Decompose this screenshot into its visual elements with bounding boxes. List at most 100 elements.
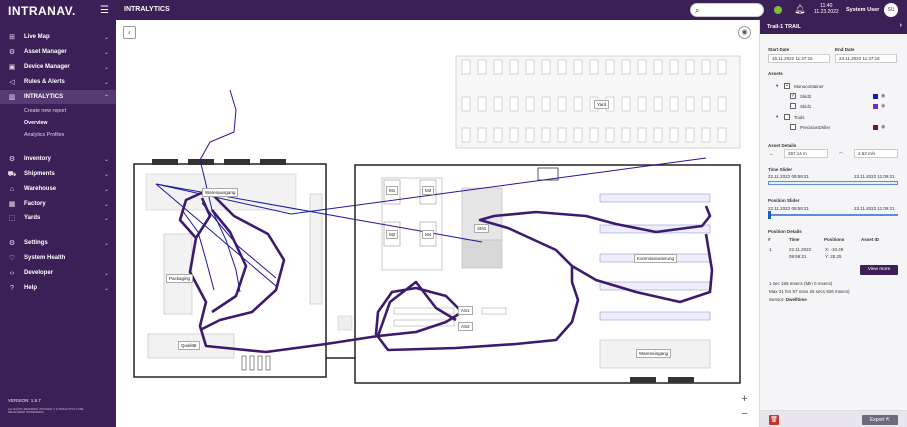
time-slider-start: 22.11.2022 09:59:21 bbox=[768, 174, 809, 179]
group-checkbox[interactable]: ▪ bbox=[784, 83, 790, 89]
sidebar: INTRANAV. ☰ ⊞ Live Map ⌄ ⚙ Asset Manager ⌄ ▣… bbox=[0, 0, 116, 427]
sidebar-item-system-health[interactable]: ♡ System Health bbox=[0, 251, 116, 265]
zone-label-yard[interactable]: Yard bbox=[594, 100, 610, 109]
trash-icon: 🗑︎ bbox=[770, 417, 778, 423]
chevron-down-icon: ⌄ bbox=[103, 171, 109, 178]
assets-label: Assets bbox=[768, 71, 783, 76]
color-swatch[interactable] bbox=[873, 104, 878, 109]
sensor-label: Sensor: bbox=[769, 297, 785, 302]
chart-icon: ▥ bbox=[8, 94, 16, 101]
code-icon: ‹› bbox=[9, 269, 15, 277]
time-slider[interactable] bbox=[768, 181, 898, 185]
zone-label-warenausgang[interactable]: Warenausgang bbox=[202, 188, 239, 197]
user-name[interactable]: System User bbox=[846, 7, 879, 13]
export-label: Export bbox=[869, 417, 885, 423]
sidebar-item-label: Warehouse bbox=[24, 186, 57, 192]
zone-label-as1[interactable]: AS1 bbox=[458, 306, 473, 315]
sidebar-item-factory[interactable]: ▦ Factory ⌄ bbox=[0, 197, 116, 211]
export-button[interactable]: Export ⇱ bbox=[862, 415, 898, 425]
eye-icon[interactable]: ◉ bbox=[881, 124, 885, 130]
zone-label-m2[interactable]: M2 bbox=[386, 230, 399, 239]
chevron-down-icon: ⌄ bbox=[103, 64, 109, 71]
zone-label-packaging[interactable]: Packaging bbox=[166, 274, 194, 283]
zoom-out-button[interactable]: − bbox=[738, 409, 751, 422]
sidebar-item-rules-alerts[interactable]: ◁ Rules & Alerts ⌄ bbox=[0, 75, 116, 89]
top-bar: INTRALYTICS ⌕ 🔔︎ 11:40 11.23.2022 System … bbox=[116, 0, 907, 20]
asset-details-label: Asset Details bbox=[768, 143, 797, 148]
sidebar-item-developer[interactable]: ‹› Developer ⌄ bbox=[0, 266, 116, 280]
bell-icon[interactable]: 🔔︎ bbox=[794, 4, 805, 15]
eye-icon[interactable]: ◉ bbox=[881, 103, 885, 109]
asset-checkbox[interactable] bbox=[790, 103, 796, 109]
position-slider-label: Position Slider bbox=[768, 198, 800, 203]
zone-label-m4[interactable]: M4 bbox=[422, 230, 435, 239]
zone-label-m3[interactable]: M3 bbox=[422, 186, 435, 195]
sidebar-item-settings[interactable]: ⚙ Settings ⌄ bbox=[0, 236, 116, 250]
group-checkbox[interactable] bbox=[784, 114, 790, 120]
sensor-value: Dwelltime bbox=[785, 297, 807, 302]
chevron-down-icon: ⌄ bbox=[103, 49, 109, 56]
clock-date: 11.23.2022 bbox=[814, 9, 839, 15]
search-input[interactable]: ⌕ bbox=[690, 3, 764, 17]
caret-down-icon[interactable]: ▾ bbox=[776, 114, 778, 120]
heart-icon: ♡ bbox=[8, 255, 16, 262]
speed-field: 2.53 m/s bbox=[854, 149, 898, 158]
avatar[interactable]: SU bbox=[884, 3, 898, 17]
chevron-right-icon[interactable]: › bbox=[900, 22, 902, 29]
color-swatch[interactable] bbox=[873, 94, 878, 99]
asset-label: Skid1 bbox=[800, 104, 812, 109]
sidebar-item-warehouse[interactable]: ⌂ Warehouse ⌄ bbox=[0, 182, 116, 196]
subnav-overview[interactable]: Overview bbox=[24, 120, 48, 126]
zone-label-m1[interactable]: M1 bbox=[386, 186, 399, 195]
start-date-field[interactable]: 16.11.2022 11:37:16 bbox=[768, 54, 830, 63]
subnav-create-report[interactable]: Create new report bbox=[24, 108, 66, 114]
asset-label: Skid2 bbox=[800, 94, 812, 99]
sidebar-item-asset-manager[interactable]: ⚙ Asset Manager ⌄ bbox=[0, 45, 116, 59]
factory-icon: ▦ bbox=[8, 201, 16, 208]
delete-button[interactable]: 🗑︎ bbox=[769, 415, 779, 425]
zone-label-qualitaet[interactable]: Qualität bbox=[178, 341, 200, 350]
panel-footer: 🗑︎ Export ⇱ bbox=[760, 410, 907, 427]
zoom-in-button[interactable]: + bbox=[738, 394, 751, 407]
color-swatch[interactable] bbox=[873, 125, 878, 130]
sidebar-item-label: Yards bbox=[24, 215, 41, 221]
sensor-line: Sensor: Dwelltime bbox=[769, 297, 807, 302]
distance-field: 297.14 m bbox=[784, 149, 828, 158]
sidebar-item-label: Help bbox=[24, 285, 38, 291]
sidebar-item-label: System Health bbox=[24, 255, 66, 261]
logo: INTRANAV. bbox=[8, 4, 76, 18]
sidebar-item-shipments[interactable]: ⛟ Shipments ⌄ bbox=[0, 167, 116, 181]
device-icon: ▣ bbox=[8, 64, 16, 71]
zone-label-as2[interactable]: AS2 bbox=[458, 322, 473, 331]
position-slider[interactable] bbox=[768, 214, 898, 216]
sidebar-item-label: Settings bbox=[24, 240, 48, 246]
view-more-button[interactable]: View more bbox=[860, 265, 898, 275]
sidebar-item-yards[interactable]: ⬚ Yards ⌄ bbox=[0, 211, 116, 225]
sidebar-item-inventory[interactable]: ⚙ Inventory ⌄ bbox=[0, 152, 116, 166]
zone-label-kommissionierung[interactable]: Kommissionierung bbox=[634, 254, 678, 263]
menu-icon[interactable]: ☰ bbox=[100, 5, 109, 16]
truck-icon: ⛟ bbox=[7, 170, 17, 178]
time-slider-end: 23.11.2022 11:09:21 bbox=[854, 174, 895, 179]
sidebar-item-label: Factory bbox=[24, 201, 46, 207]
megaphone-icon: ◁ bbox=[9, 79, 15, 86]
end-date-field[interactable]: 23.11.2022 11:37:16 bbox=[835, 54, 897, 63]
asset-checkbox[interactable]: ✓ bbox=[790, 93, 796, 99]
sidebar-item-intralytics[interactable]: ▥ INTRALYTICS ⌃ bbox=[0, 90, 116, 104]
search-icon: ⌕ bbox=[695, 6, 700, 15]
asset-checkbox[interactable] bbox=[790, 124, 796, 130]
group-label: Tools bbox=[794, 115, 805, 120]
yard-icon: ⬚ bbox=[8, 215, 16, 222]
sidebar-item-help[interactable]: ? Help ⌄ bbox=[0, 281, 116, 295]
zone-label-wareneingang[interactable]: Wareneingang bbox=[636, 349, 672, 358]
floor-plan bbox=[133, 55, 741, 384]
eye-icon[interactable]: ◉ bbox=[881, 93, 885, 99]
sidebar-item-live-map[interactable]: ⊞ Live Map ⌄ bbox=[0, 30, 116, 44]
map-canvas[interactable]: ‹ ◉ Yard Warenausgang Packaging Qualität… bbox=[116, 20, 759, 427]
zone-label-sm1[interactable]: SM1 bbox=[474, 224, 490, 233]
position-slider-handle[interactable] bbox=[768, 211, 771, 219]
sidebar-item-device-manager[interactable]: ▣ Device Manager ⌄ bbox=[0, 60, 116, 74]
chevron-down-icon: ⌄ bbox=[103, 285, 109, 292]
subnav-analytics-profiles[interactable]: Analytics Profiles bbox=[24, 132, 64, 138]
caret-down-icon[interactable]: ▾ bbox=[776, 83, 778, 89]
